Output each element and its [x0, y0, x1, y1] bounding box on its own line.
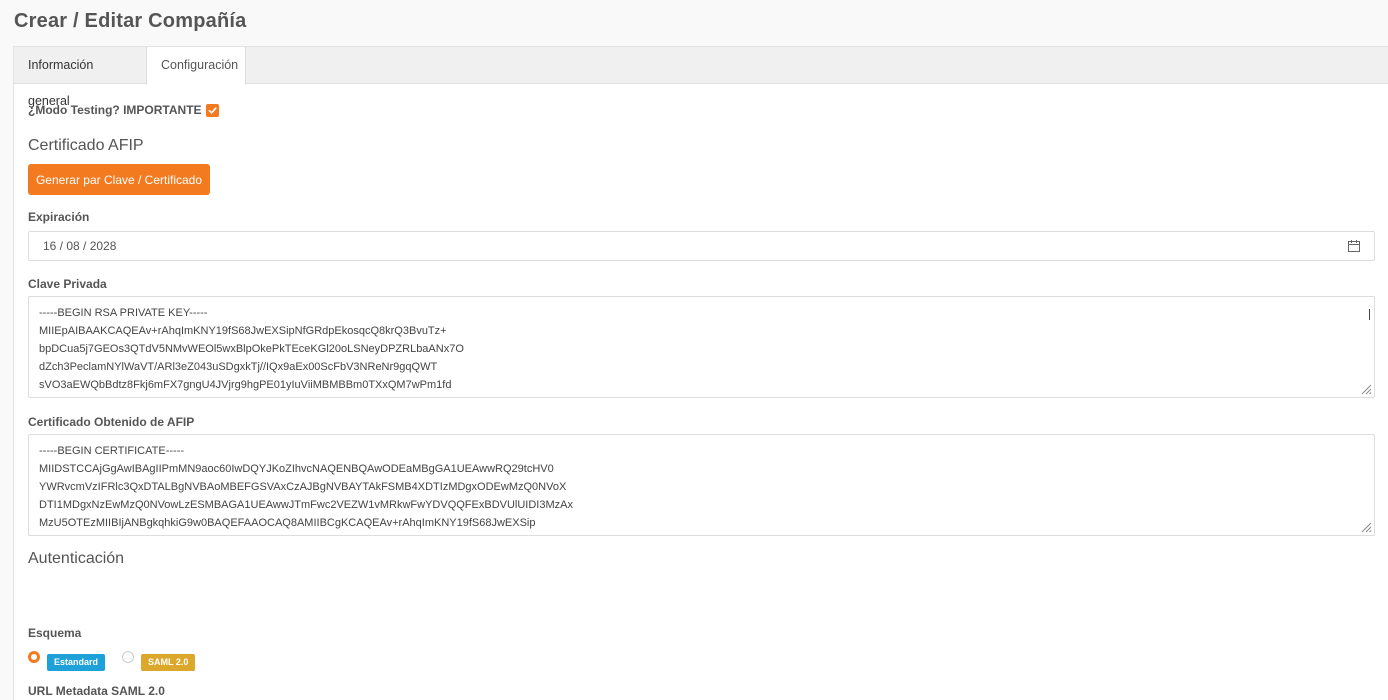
- badge-saml: SAML 2.0: [141, 654, 196, 671]
- private-key-label: Clave Privada: [28, 277, 107, 291]
- expiration-date-value: 16 / 08 / 2028: [43, 239, 117, 253]
- tab-bar: Información general Configuración: [14, 47, 1388, 108]
- private-key-line: dZch3PeclamNYlWaVT/ARl3eZ043uSDgxkTj//IQ…: [39, 361, 438, 373]
- authentication-section-title: Autenticación: [28, 550, 125, 567]
- private-key-textarea[interactable]: -----BEGIN RSA PRIVATE KEY----- MIIEpAIB…: [28, 296, 1375, 398]
- certificate-line: DTI1MDgxNzEwMzQ0NVowLzESMBAGA1UEAwwJTmFw…: [39, 499, 573, 511]
- company-form-panel: Información general Configuración ¿Modo …: [13, 46, 1388, 700]
- certificate-line: -----BEGIN CERTIFICATE-----: [39, 445, 185, 457]
- radio-saml[interactable]: [122, 650, 135, 663]
- saml-url-label: URL Metadata SAML 2.0: [28, 684, 165, 698]
- schema-label: Esquema: [28, 626, 82, 640]
- badge-standard: Estandard: [47, 654, 106, 671]
- resize-grip-icon[interactable]: [1360, 521, 1372, 533]
- generate-key-certificate-button[interactable]: Generar par Clave / Certificado: [28, 164, 210, 195]
- tab-configuration[interactable]: Configuración: [146, 47, 246, 85]
- tab-general-info[interactable]: Información general: [14, 47, 146, 108]
- check-icon: [208, 106, 217, 114]
- testing-mode-row: ¿Modo Testing? IMPORTANTE: [28, 103, 219, 117]
- scrollbar-thumb[interactable]: [1369, 309, 1370, 320]
- certificate-line: YWRvcmVzIFRlc3QxDTALBgNVBAoMBEFGSVAxCzAJ…: [39, 481, 567, 493]
- radio-standard[interactable]: [28, 650, 40, 663]
- certificate-textarea[interactable]: -----BEGIN CERTIFICATE----- MIIDSTCCAjGg…: [28, 434, 1375, 536]
- afip-section-title: Certificado AFIP: [28, 137, 144, 154]
- calendar-icon[interactable]: [1348, 240, 1360, 252]
- expiration-date-input[interactable]: 16 / 08 / 2028: [28, 231, 1375, 261]
- certificate-line: MIIDSTCCAjGgAwIBAgIIPmMN9aoc60IwDQYJKoZI…: [39, 463, 554, 475]
- private-key-line: sVO3aEWQbBdtz8Fkj6mFX7gngU4JVjrg9hgPE01y…: [39, 379, 452, 391]
- expiration-label: Expiración: [28, 210, 90, 224]
- resize-grip-icon[interactable]: [1360, 383, 1372, 395]
- schema-options: Estandard SAML 2.0: [28, 646, 196, 671]
- testing-mode-label: ¿Modo Testing? IMPORTANTE: [28, 103, 202, 117]
- private-key-line: bpDCua5j7GEOs3QTdV5NMvWEOl5wxBlpOkePkTEc…: [39, 343, 464, 355]
- certificate-label: Certificado Obtenido de AFIP: [28, 415, 195, 429]
- certificate-line: MzU5OTEzMIIBIjANBgkqhkiG9w0BAQEFAAOCAQ8A…: [39, 517, 536, 529]
- private-key-line: MIIEpAIBAAKCAQEAv+rAhqImKNY19fS68JwEXSip…: [39, 325, 447, 337]
- private-key-line: -----BEGIN RSA PRIVATE KEY-----: [39, 307, 208, 319]
- testing-mode-checkbox[interactable]: [205, 103, 219, 117]
- page-title: Crear / Editar Compañía: [14, 10, 247, 32]
